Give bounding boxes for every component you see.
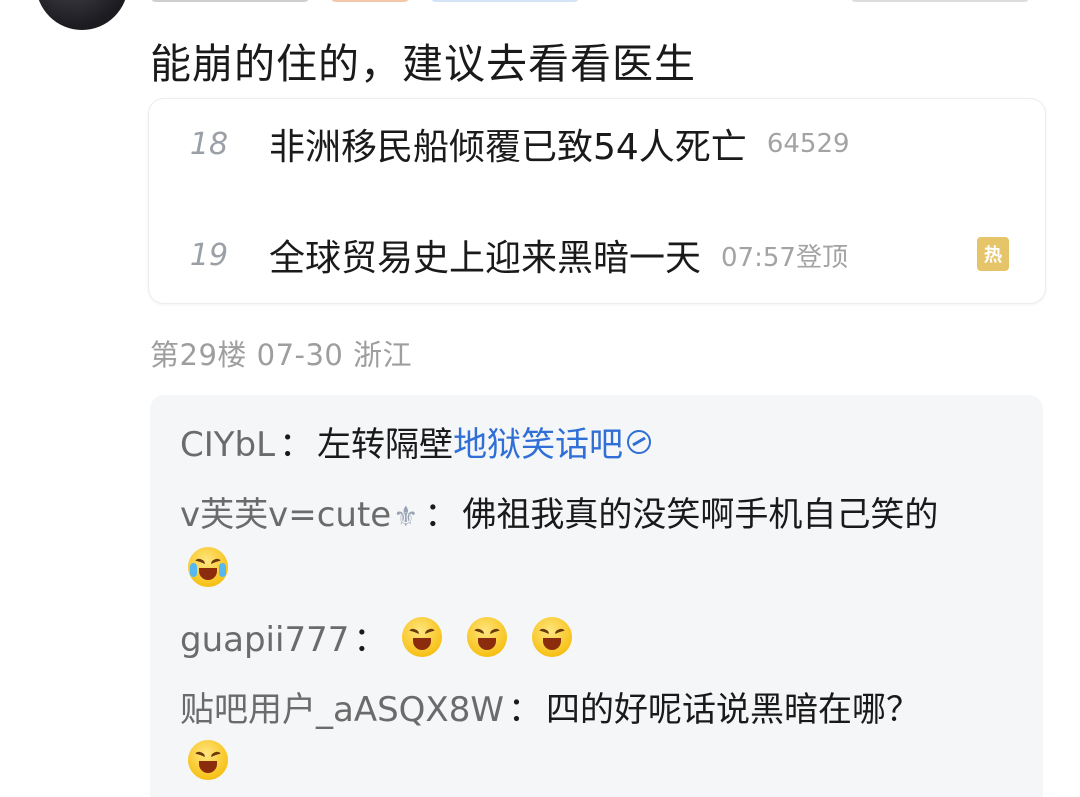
reply-username[interactable]: guapii777 bbox=[180, 620, 349, 660]
grinning-squint-emoji-icon bbox=[402, 617, 443, 657]
comment-thread: 能崩的住的，建议去看看医生 18 非洲移民船倾覆已致54人死亡 64529 19… bbox=[0, 0, 1080, 797]
reply-separator: ： bbox=[424, 495, 459, 535]
reply-box[interactable]: CIYbL：左转隔壁地狱笑话吧 v芙芙v=cute⚜：佛祖我真的没笑啊手机自己笑… bbox=[150, 395, 1043, 797]
floor-info: 第29楼 07-30 浙江 bbox=[150, 338, 413, 372]
avatar[interactable] bbox=[36, 0, 128, 30]
reply-text: 左转隔壁 bbox=[317, 425, 454, 465]
reply-item[interactable]: 贴吧用户_aASQX8W：四的好呢话说黑暗在哪？ bbox=[180, 688, 920, 732]
reply-separator: ： bbox=[507, 690, 542, 730]
reply-username[interactable]: v芙芙v=cute bbox=[180, 495, 391, 535]
hot-rank: 19 bbox=[189, 237, 229, 273]
tag-fragment bbox=[430, 0, 580, 2]
link-icon[interactable] bbox=[627, 430, 652, 454]
hot-list-item[interactable]: 18 非洲移民船倾覆已致54人死亡 64529 bbox=[149, 114, 1045, 174]
hot-time: 07:57登顶 bbox=[721, 242, 848, 273]
hot-count: 64529 bbox=[766, 129, 850, 159]
reply-text: 佛祖我真的没笑啊手机自己笑的 bbox=[462, 495, 939, 535]
reply-text: 四的好呢话说黑暗在哪？ bbox=[545, 690, 920, 730]
reply-username[interactable]: CIYbL bbox=[180, 425, 275, 465]
grinning-squint-emoji-icon bbox=[188, 740, 228, 780]
username-fragment bbox=[150, 0, 310, 2]
hot-badge-icon: 热 bbox=[977, 237, 1009, 271]
fleur-de-lis-icon: ⚜ bbox=[393, 500, 419, 533]
grinning-squint-emoji-icon bbox=[531, 617, 572, 657]
reply-username[interactable]: 贴吧用户_aASQX8W bbox=[180, 690, 504, 730]
level-badge-fragment bbox=[330, 0, 410, 2]
hot-title: 非洲移民船倾覆已致54人死亡 bbox=[269, 127, 747, 168]
hot-list-item[interactable]: 19 全球贸易史上迎来黑暗一天 07:57登顶 热 bbox=[149, 225, 1045, 285]
hot-list-card[interactable]: 18 非洲移民船倾覆已致54人死亡 64529 19 全球贸易史上迎来黑暗一天 … bbox=[148, 98, 1046, 304]
action-icons-fragment bbox=[850, 0, 1030, 2]
crying-laughing-emoji-icon bbox=[188, 547, 228, 587]
grinning-squint-emoji-icon bbox=[466, 617, 507, 657]
reply-item[interactable]: v芙芙v=cute⚜：佛祖我真的没笑啊手机自己笑的 bbox=[180, 493, 938, 539]
comment-text: 能崩的住的，建议去看看医生 bbox=[150, 40, 696, 88]
reply-item[interactable]: guapii777： bbox=[180, 617, 572, 662]
reply-emoji-row bbox=[188, 547, 228, 587]
reply-item[interactable]: CIYbL：左转隔壁地狱笑话吧 bbox=[180, 423, 652, 467]
reply-separator: ： bbox=[279, 425, 314, 465]
reply-separator: ： bbox=[353, 620, 388, 660]
hot-title: 全球贸易史上迎来黑暗一天 bbox=[269, 238, 702, 279]
forum-link[interactable]: 地狱笑话吧 bbox=[453, 425, 623, 465]
reply-emoji-row bbox=[188, 740, 228, 780]
hot-rank: 18 bbox=[189, 126, 229, 162]
